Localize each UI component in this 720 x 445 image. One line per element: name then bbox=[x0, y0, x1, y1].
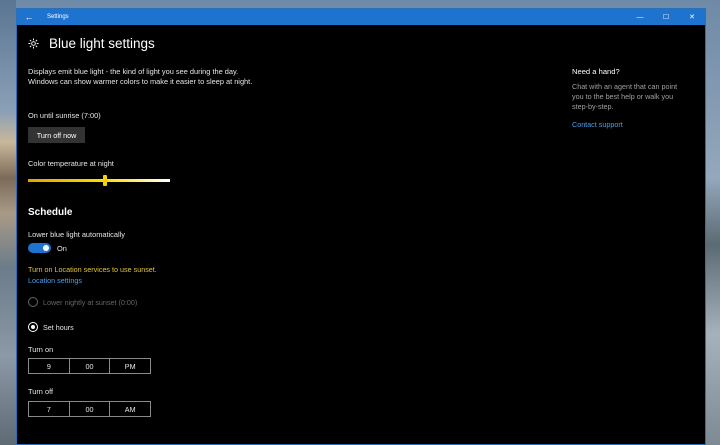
slider-thumb[interactable] bbox=[102, 175, 107, 186]
contact-support-link[interactable]: Contact support bbox=[572, 120, 682, 129]
close-button[interactable]: ✕ bbox=[679, 9, 705, 25]
color-temperature-label: Color temperature at night bbox=[28, 159, 114, 168]
minimize-button[interactable]: — bbox=[627, 9, 653, 25]
desktop-background-right bbox=[706, 0, 720, 445]
window-title: Settings bbox=[47, 14, 69, 20]
desktop-background-left bbox=[0, 0, 16, 445]
description-text: Displays emit blue light - the kind of l… bbox=[28, 67, 253, 86]
turn-off-now-button[interactable]: Turn off now bbox=[28, 127, 85, 143]
settings-window: ← Settings — ☐ ✕ Blue light settings Dis… bbox=[16, 8, 706, 445]
location-settings-link[interactable]: Location settings bbox=[28, 276, 82, 285]
turn-on-time-picker[interactable]: 9 00 PM bbox=[28, 358, 151, 374]
auto-lower-toggle[interactable] bbox=[28, 243, 51, 253]
turn-off-label: Turn off bbox=[28, 387, 54, 396]
close-icon: ✕ bbox=[689, 14, 695, 21]
maximize-icon: ☐ bbox=[662, 14, 670, 21]
radio-circle[interactable] bbox=[28, 297, 38, 307]
maximize-button[interactable]: ☐ bbox=[653, 9, 679, 25]
status-text: On until sunrise (7:00) bbox=[28, 111, 101, 120]
toggle-knob bbox=[43, 245, 49, 251]
back-button[interactable]: ← bbox=[17, 9, 41, 25]
back-arrow-icon: ← bbox=[24, 12, 34, 22]
schedule-heading: Schedule bbox=[28, 207, 73, 218]
help-text: Chat with an agent that can point you to… bbox=[572, 82, 678, 111]
page-header: Blue light settings bbox=[28, 36, 155, 51]
turn-off-ampm[interactable]: AM bbox=[109, 402, 150, 416]
turn-off-time-picker[interactable]: 7 00 AM bbox=[28, 401, 151, 417]
slider-track bbox=[28, 179, 170, 182]
turn-on-hour[interactable]: 9 bbox=[29, 359, 69, 373]
radio-sunset-option[interactable]: Lower nightly at sunset (0:00) bbox=[28, 297, 137, 307]
page-title: Blue light settings bbox=[49, 36, 155, 51]
location-warning: Turn on Location services to use sunset. bbox=[28, 265, 157, 274]
radio-set-hours-label: Set hours bbox=[43, 322, 74, 332]
window-controls: — ☐ ✕ bbox=[627, 9, 705, 25]
turn-off-minute[interactable]: 00 bbox=[68, 402, 110, 416]
auto-toggle-label: Lower blue light automatically bbox=[28, 230, 125, 239]
turn-on-ampm[interactable]: PM bbox=[109, 359, 150, 373]
radio-circle-checked[interactable] bbox=[28, 322, 38, 332]
radio-set-hours-option[interactable]: Set hours bbox=[28, 322, 74, 332]
help-panel: Need a hand? Chat with an agent that can… bbox=[572, 67, 682, 129]
gear-icon bbox=[28, 38, 39, 49]
color-temperature-slider[interactable] bbox=[28, 175, 170, 186]
title-bar: ← Settings — ☐ ✕ bbox=[17, 9, 705, 25]
toggle-state-text: On bbox=[57, 244, 67, 253]
minimize-icon: — bbox=[636, 13, 644, 21]
help-heading: Need a hand? bbox=[572, 67, 620, 76]
radio-sunset-label: Lower nightly at sunset (0:00) bbox=[43, 297, 138, 307]
turn-off-hour[interactable]: 7 bbox=[29, 402, 69, 416]
turn-on-minute[interactable]: 00 bbox=[68, 359, 110, 373]
turn-on-label: Turn on bbox=[28, 345, 54, 354]
